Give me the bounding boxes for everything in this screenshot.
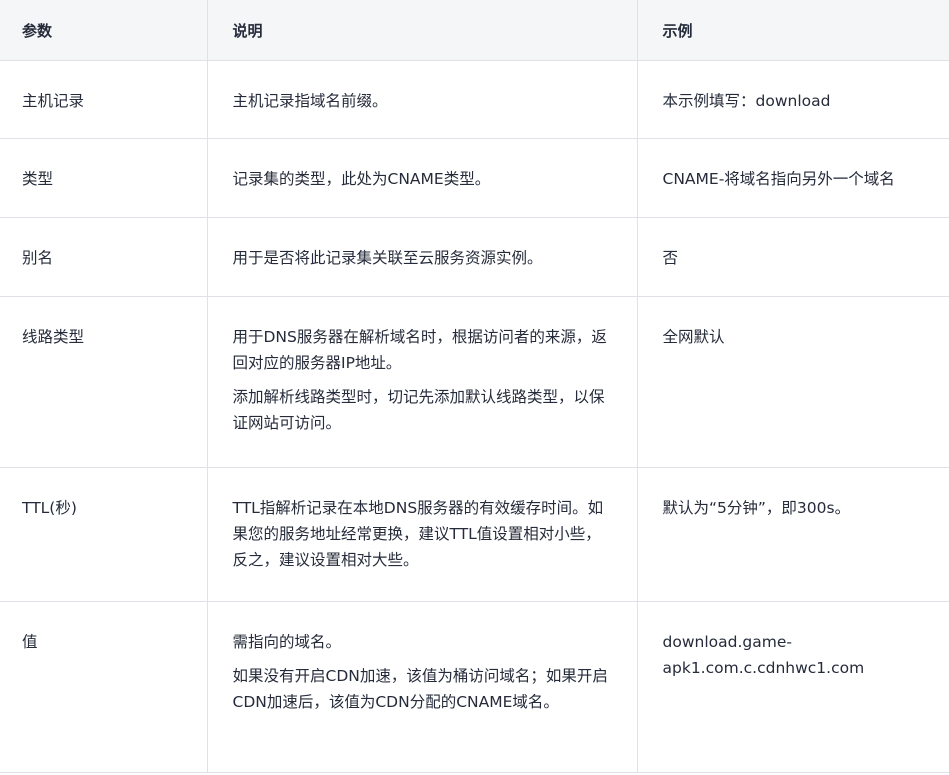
example-cell: download.game-apk1.com.c.cdnhwc1.com: [637, 601, 949, 773]
parameter-table: 参数 说明 示例 主机记录 主机记录指域名前缀。 本示例填写：download …: [0, 0, 949, 773]
description-text: 主机记录指域名前缀。: [232, 92, 388, 110]
description-text: 用于DNS服务器在解析域名时，根据访问者的来源，返回对应的服务器IP地址。: [232, 328, 607, 372]
table-row: 别名 用于是否将此记录集关联至云服务资源实例。 否: [0, 217, 949, 297]
table-row: 主机记录 主机记录指域名前缀。 本示例填写：download: [0, 60, 949, 139]
description-cell: TTL指解析记录在本地DNS服务器的有效缓存时间。如果您的服务地址经常更换，建议…: [207, 467, 638, 602]
description-text: 用于是否将此记录集关联至云服务资源实例。: [232, 249, 543, 267]
table-row: 线路类型 用于DNS服务器在解析域名时，根据访问者的来源，返回对应的服务器IP地…: [0, 296, 949, 468]
example-cell: 否: [637, 217, 949, 297]
description-text: TTL指解析记录在本地DNS服务器的有效缓存时间。如果您的服务地址经常更换，建议…: [232, 499, 604, 569]
description-cell: 用于是否将此记录集关联至云服务资源实例。: [207, 217, 638, 297]
param-cell: 别名: [0, 217, 208, 297]
param-name: 类型: [22, 170, 54, 188]
example-cell: 本示例填写：download: [637, 60, 949, 139]
description-cell: 主机记录指域名前缀。: [207, 60, 638, 139]
param-name: 主机记录: [22, 92, 85, 110]
description-cell: 需指向的域名。如果没有开启CDN加速，该值为桶访问域名；如果开启CDN加速后，该…: [207, 601, 638, 773]
param-cell: 线路类型: [0, 296, 208, 468]
header-param: 参数: [0, 0, 208, 61]
table-row: 类型 记录集的类型，此处为CNAME类型。 CNAME-将域名指向另外一个域名: [0, 138, 949, 218]
description-cell: 记录集的类型，此处为CNAME类型。: [207, 138, 638, 218]
example-cell: 全网默认: [637, 296, 949, 468]
example-text: download.game-apk1.com.c.cdnhwc1.com: [662, 633, 865, 677]
description-text: 记录集的类型，此处为CNAME类型。: [232, 170, 491, 188]
table-header-row: 参数 说明 示例: [0, 0, 949, 61]
example-text: CNAME-将域名指向另外一个域名: [662, 170, 895, 188]
param-name: 值: [22, 633, 38, 651]
param-name: 别名: [22, 249, 54, 267]
example-text: 否: [662, 249, 679, 267]
example-cell: CNAME-将域名指向另外一个域名: [637, 138, 949, 218]
example-cell: 默认为“5分钟”，即300s。: [637, 467, 949, 602]
example-text: 全网默认: [662, 328, 725, 346]
param-cell: TTL(秒): [0, 467, 208, 602]
table-row: TTL(秒) TTL指解析记录在本地DNS服务器的有效缓存时间。如果您的服务地址…: [0, 467, 949, 602]
description-note: 如果没有开启CDN加速，该值为桶访问域名；如果开启CDN加速后，该值为CDN分配…: [232, 667, 608, 711]
header-description: 说明: [207, 0, 638, 61]
param-name: 线路类型: [22, 328, 85, 346]
example-text: 本示例填写：download: [662, 92, 831, 110]
description-text: 需指向的域名。: [232, 633, 342, 651]
param-cell: 类型: [0, 138, 208, 218]
example-text: 默认为“5分钟”，即300s。: [662, 499, 851, 517]
param-cell: 值: [0, 601, 208, 773]
description-cell: 用于DNS服务器在解析域名时，根据访问者的来源，返回对应的服务器IP地址。 添加解…: [207, 296, 638, 468]
header-example: 示例: [637, 0, 949, 61]
table-row: 值 需指向的域名。如果没有开启CDN加速，该值为桶访问域名；如果开启CDN加速后…: [0, 601, 949, 773]
description-note: 添加解析线路类型时，切记先添加默认线路类型，以保证网站可访问。: [232, 388, 605, 432]
param-cell: 主机记录: [0, 60, 208, 139]
param-name: TTL(秒): [22, 499, 77, 517]
